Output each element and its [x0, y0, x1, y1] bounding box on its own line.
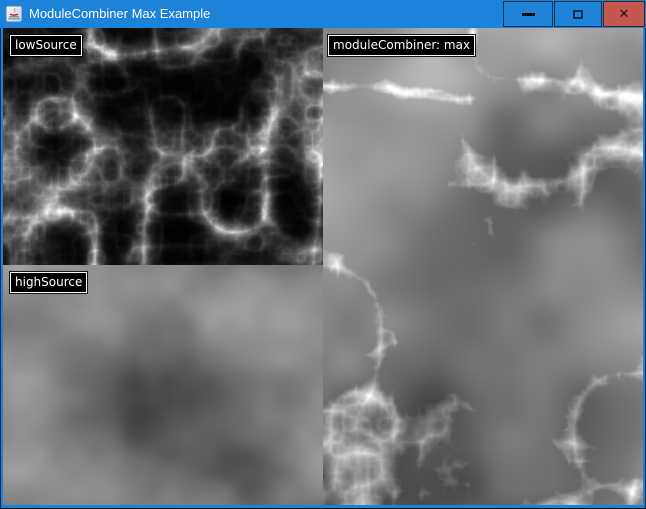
- close-button[interactable]: ✕: [603, 1, 645, 27]
- modulecombiner-noise-panel: [323, 28, 643, 505]
- java-app-icon: [5, 5, 23, 23]
- highsource-label: highSource: [10, 272, 87, 293]
- window-controls: ✕: [502, 1, 645, 27]
- titlebar[interactable]: ModuleCombiner Max Example ✕: [0, 0, 646, 28]
- minimize-icon: [522, 13, 535, 16]
- maximize-button[interactable]: [554, 1, 602, 27]
- close-icon: ✕: [619, 8, 630, 21]
- maximize-icon: [573, 10, 583, 19]
- window-title: ModuleCombiner Max Example: [29, 0, 210, 28]
- render-area: lowSource highSource moduleCombiner: max: [3, 28, 643, 505]
- app-window: ModuleCombiner Max Example ✕ lowSource h…: [0, 0, 646, 509]
- minimize-button[interactable]: [503, 1, 553, 27]
- highsource-noise-panel: [3, 265, 323, 505]
- lowsource-noise-panel: [3, 28, 323, 265]
- lowsource-label: lowSource: [10, 35, 82, 56]
- modulecombiner-label: moduleCombiner: max: [328, 35, 475, 56]
